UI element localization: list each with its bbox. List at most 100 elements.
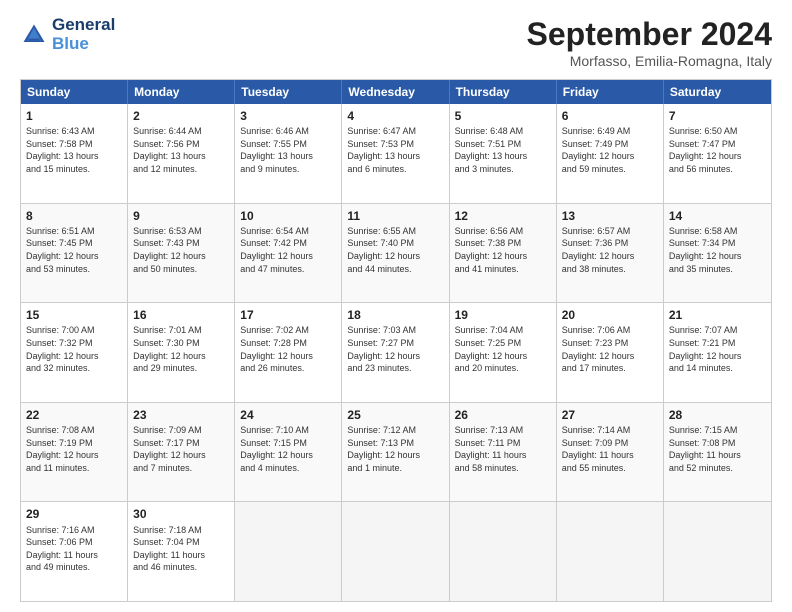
cell-info-line: Sunset: 7:34 PM [669,237,766,250]
calendar-cell-day-3: 3Sunrise: 6:46 AMSunset: 7:55 PMDaylight… [235,104,342,203]
calendar: SundayMondayTuesdayWednesdayThursdayFrid… [20,79,772,602]
cell-info-line: Sunrise: 7:13 AM [455,424,551,437]
cell-info-line: Sunrise: 6:43 AM [26,125,122,138]
cell-info-line: Daylight: 12 hours [669,250,766,263]
calendar-cell-day-21: 21Sunrise: 7:07 AMSunset: 7:21 PMDayligh… [664,303,771,402]
logo-text: General Blue [52,16,115,53]
cell-info-line: Sunset: 7:32 PM [26,337,122,350]
cell-info-line: Daylight: 12 hours [669,150,766,163]
cell-info-line: Sunset: 7:43 PM [133,237,229,250]
cell-info-line: Daylight: 13 hours [240,150,336,163]
calendar-cell-day-1: 1Sunrise: 6:43 AMSunset: 7:58 PMDaylight… [21,104,128,203]
day-number: 19 [455,307,551,323]
calendar-cell-day-13: 13Sunrise: 6:57 AMSunset: 7:36 PMDayligh… [557,204,664,303]
day-number: 4 [347,108,443,124]
cell-info-line: and 11 minutes. [26,462,122,475]
cell-info-line: Daylight: 12 hours [562,150,658,163]
cell-info-line: Daylight: 12 hours [240,350,336,363]
header-day-sunday: Sunday [21,80,128,104]
cell-info-line: Sunrise: 6:54 AM [240,225,336,238]
cell-info-line: Sunset: 7:19 PM [26,437,122,450]
cell-info-line: Sunset: 7:11 PM [455,437,551,450]
cell-info-line: Sunset: 7:45 PM [26,237,122,250]
cell-info-line: and 35 minutes. [669,263,766,276]
calendar-cell-empty [342,502,449,601]
cell-info-line: Sunset: 7:38 PM [455,237,551,250]
cell-info-line: and 12 minutes. [133,163,229,176]
cell-info-line: Sunrise: 6:58 AM [669,225,766,238]
cell-info-line: and 4 minutes. [240,462,336,475]
cell-info-line: Daylight: 12 hours [669,350,766,363]
cell-info-line: Daylight: 11 hours [26,549,122,562]
cell-info-line: Sunset: 7:58 PM [26,138,122,151]
calendar-week-5: 29Sunrise: 7:16 AMSunset: 7:06 PMDayligh… [21,501,771,601]
cell-info-line: and 41 minutes. [455,263,551,276]
calendar-week-3: 15Sunrise: 7:00 AMSunset: 7:32 PMDayligh… [21,302,771,402]
cell-info-line: Sunrise: 7:07 AM [669,324,766,337]
calendar-cell-day-29: 29Sunrise: 7:16 AMSunset: 7:06 PMDayligh… [21,502,128,601]
calendar-cell-day-22: 22Sunrise: 7:08 AMSunset: 7:19 PMDayligh… [21,403,128,502]
page: General Blue September 2024 Morfasso, Em… [0,0,792,612]
calendar-header: SundayMondayTuesdayWednesdayThursdayFrid… [21,80,771,104]
cell-info-line: Daylight: 12 hours [240,250,336,263]
header-day-thursday: Thursday [450,80,557,104]
cell-info-line: Sunset: 7:27 PM [347,337,443,350]
calendar-cell-day-30: 30Sunrise: 7:18 AMSunset: 7:04 PMDayligh… [128,502,235,601]
calendar-cell-day-2: 2Sunrise: 6:44 AMSunset: 7:56 PMDaylight… [128,104,235,203]
day-number: 5 [455,108,551,124]
calendar-cell-empty [664,502,771,601]
calendar-cell-day-23: 23Sunrise: 7:09 AMSunset: 7:17 PMDayligh… [128,403,235,502]
cell-info-line: and 15 minutes. [26,163,122,176]
cell-info-line: Daylight: 12 hours [562,350,658,363]
calendar-week-4: 22Sunrise: 7:08 AMSunset: 7:19 PMDayligh… [21,402,771,502]
cell-info-line: Sunset: 7:30 PM [133,337,229,350]
calendar-cell-day-24: 24Sunrise: 7:10 AMSunset: 7:15 PMDayligh… [235,403,342,502]
cell-info-line: Daylight: 12 hours [133,449,229,462]
calendar-week-1: 1Sunrise: 6:43 AMSunset: 7:58 PMDaylight… [21,104,771,203]
cell-info-line: and 6 minutes. [347,163,443,176]
calendar-cell-day-17: 17Sunrise: 7:02 AMSunset: 7:28 PMDayligh… [235,303,342,402]
cell-info-line: Sunrise: 7:18 AM [133,524,229,537]
cell-info-line: Daylight: 11 hours [455,449,551,462]
cell-info-line: Daylight: 13 hours [133,150,229,163]
cell-info-line: Sunrise: 7:09 AM [133,424,229,437]
cell-info-line: Sunset: 7:28 PM [240,337,336,350]
calendar-cell-day-27: 27Sunrise: 7:14 AMSunset: 7:09 PMDayligh… [557,403,664,502]
cell-info-line: Sunset: 7:51 PM [455,138,551,151]
header-day-wednesday: Wednesday [342,80,449,104]
cell-info-line: Sunrise: 6:55 AM [347,225,443,238]
day-number: 17 [240,307,336,323]
calendar-cell-day-7: 7Sunrise: 6:50 AMSunset: 7:47 PMDaylight… [664,104,771,203]
calendar-cell-empty [235,502,342,601]
day-number: 2 [133,108,229,124]
cell-info-line: Sunrise: 7:16 AM [26,524,122,537]
day-number: 20 [562,307,658,323]
cell-info-line: Daylight: 12 hours [455,250,551,263]
day-number: 28 [669,407,766,423]
cell-info-line: Sunrise: 6:47 AM [347,125,443,138]
cell-info-line: Sunrise: 6:57 AM [562,225,658,238]
cell-info-line: and 52 minutes. [669,462,766,475]
header-day-saturday: Saturday [664,80,771,104]
cell-info-line: Sunrise: 7:14 AM [562,424,658,437]
logo-icon [20,21,48,49]
calendar-cell-empty [450,502,557,601]
day-number: 12 [455,208,551,224]
cell-info-line: Daylight: 12 hours [240,449,336,462]
cell-info-line: Daylight: 12 hours [347,350,443,363]
cell-info-line: Daylight: 13 hours [347,150,443,163]
day-number: 26 [455,407,551,423]
cell-info-line: Sunset: 7:23 PM [562,337,658,350]
day-number: 27 [562,407,658,423]
cell-info-line: and 38 minutes. [562,263,658,276]
cell-info-line: and 23 minutes. [347,362,443,375]
calendar-cell-empty [557,502,664,601]
cell-info-line: Sunrise: 7:06 AM [562,324,658,337]
cell-info-line: Sunset: 7:15 PM [240,437,336,450]
cell-info-line: and 17 minutes. [562,362,658,375]
cell-info-line: Sunrise: 7:04 AM [455,324,551,337]
cell-info-line: Sunset: 7:25 PM [455,337,551,350]
cell-info-line: Sunrise: 6:48 AM [455,125,551,138]
cell-info-line: and 56 minutes. [669,163,766,176]
cell-info-line: and 26 minutes. [240,362,336,375]
